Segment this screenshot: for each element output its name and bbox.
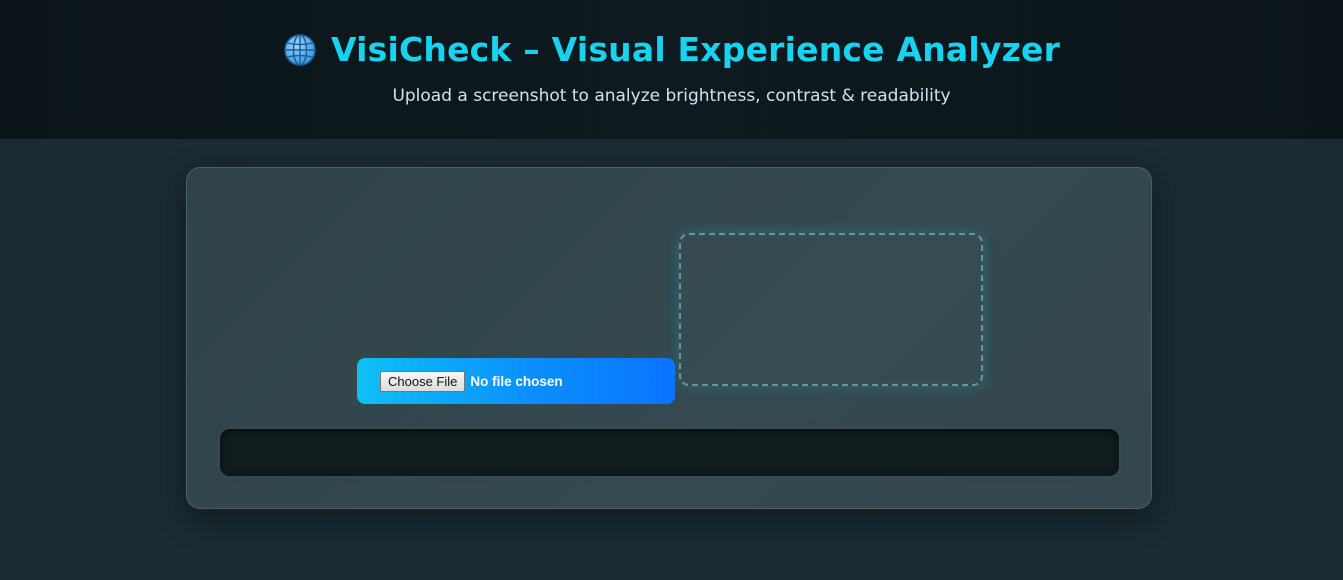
image-preview-area	[679, 233, 983, 386]
results-panel	[220, 429, 1119, 476]
title-row: VisiCheck – Visual Experience Analyzer	[0, 30, 1343, 69]
file-status-text: No file chosen	[470, 373, 563, 389]
file-upload-input[interactable]: Choose File No file chosen	[357, 358, 675, 404]
upload-card: Choose File No file chosen	[186, 167, 1152, 509]
page-title: VisiCheck – Visual Experience Analyzer	[330, 30, 1061, 69]
page-subtitle: Upload a screenshot to analyze brightnes…	[392, 86, 951, 106]
page-header: VisiCheck – Visual Experience Analyzer U…	[0, 0, 1343, 139]
globe-icon	[283, 33, 317, 67]
choose-file-button[interactable]: Choose File	[380, 370, 466, 392]
